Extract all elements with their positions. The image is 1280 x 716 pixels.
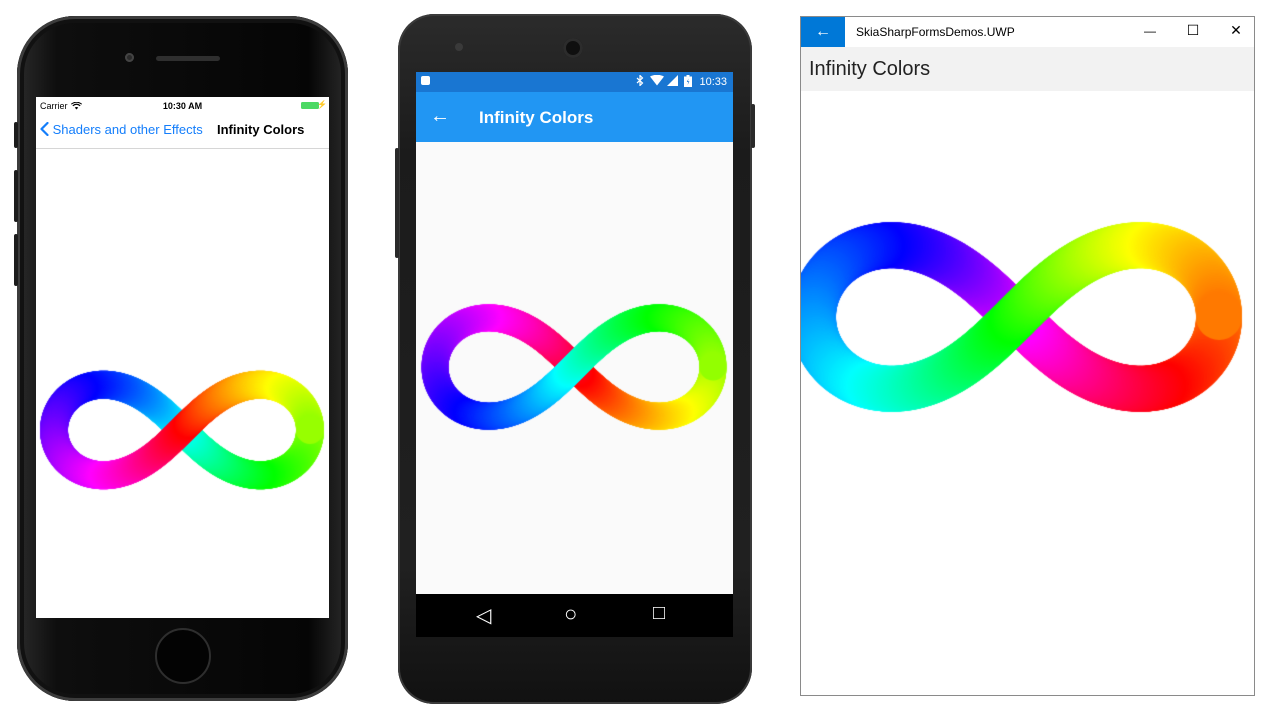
minimize-button[interactable]: — <box>1140 24 1160 38</box>
uwp-window: ← SkiaSharpFormsDemos.UWP — ☐ ✕ Infinity… <box>800 16 1255 696</box>
back-arrow-icon[interactable]: ← <box>430 105 450 128</box>
window-title: SkiaSharpFormsDemos.UWP <box>856 25 1015 39</box>
ios-status-bar: Carrier 10:30 AM ⚡ <box>36 97 329 115</box>
back-button[interactable]: Shaders and other Effects <box>40 121 203 137</box>
page-title: Infinity Colors <box>479 108 594 127</box>
ios-screen: Carrier 10:30 AM ⚡ Shaders and other Eff… <box>36 97 329 618</box>
maximize-button[interactable]: ☐ <box>1183 22 1203 39</box>
earpiece-speaker <box>156 56 220 61</box>
signal-icon <box>667 75 679 86</box>
android-clock: 10:33 <box>699 76 727 88</box>
page-header: Infinity Colors <box>801 47 1254 91</box>
nav-recents-icon[interactable]: □ <box>653 602 665 625</box>
nav-home-icon[interactable]: ○ <box>564 601 577 627</box>
front-camera <box>125 53 134 62</box>
earpiece-speaker <box>563 38 583 58</box>
volume-down-button <box>14 234 18 286</box>
power-button <box>751 104 755 148</box>
infinity-colors-canvas <box>416 142 733 594</box>
android-notification-icon <box>421 76 430 85</box>
title-bar-back-button[interactable]: ← <box>801 17 845 47</box>
charging-icon: ⚡ <box>317 100 327 109</box>
window-title-bar: ← SkiaSharpFormsDemos.UWP — ☐ ✕ <box>801 17 1254 47</box>
android-navigation-bar: ◁ ○ □ <box>416 594 733 637</box>
page-title: Infinity Colors <box>809 58 931 80</box>
battery-icon <box>684 75 693 87</box>
nav-back-icon[interactable]: ◁ <box>476 603 491 628</box>
page-title: Infinity Colors <box>217 122 305 137</box>
back-button-label: Shaders and other Effects <box>52 122 203 137</box>
infinity-colors-canvas <box>801 91 1254 695</box>
volume-rocker <box>395 148 399 258</box>
android-status-bar: 10:33 <box>416 72 733 92</box>
android-toolbar: ← Infinity Colors <box>416 92 733 142</box>
ios-navigation-bar: Shaders and other Effects Infinity Color… <box>36 115 329 149</box>
volume-up-button <box>14 170 18 222</box>
front-camera <box>455 43 463 51</box>
infinity-colors-canvas <box>36 149 329 617</box>
close-button[interactable]: ✕ <box>1226 22 1246 39</box>
home-button[interactable] <box>155 628 211 684</box>
bluetooth-icon <box>636 74 644 87</box>
mute-switch <box>14 122 18 148</box>
ios-clock: 10:30 AM <box>162 101 203 111</box>
chevron-left-icon <box>40 121 49 137</box>
status-icons: 10:33 <box>636 74 727 88</box>
wifi-icon <box>650 74 665 86</box>
android-screen: 10:33 ← Infinity Colors ◁ ○ □ <box>416 72 733 637</box>
